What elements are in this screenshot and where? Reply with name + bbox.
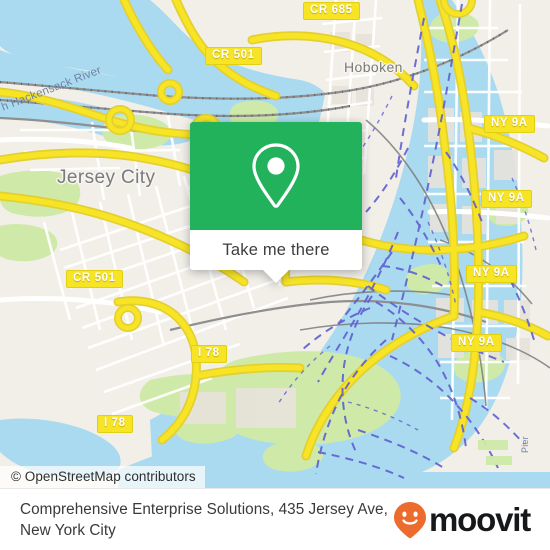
map-canvas[interactable]: Jersey City Hoboken h Hackensack River P… [0, 0, 550, 488]
shield-ny-9a-3[interactable]: NY 9A [466, 265, 517, 283]
moovit-smiley-pin-icon [394, 501, 427, 538]
popup-tail-pointer [262, 269, 290, 283]
shield-cr-501-south[interactable]: CR 501 [66, 270, 123, 288]
popup-header [190, 122, 362, 230]
shield-cr-501-north[interactable]: CR 501 [205, 47, 262, 65]
map-screenshot-root: Jersey City Hoboken h Hackensack River P… [0, 0, 550, 550]
destination-popup[interactable]: Take me there [190, 122, 362, 283]
shield-ny-9a-2[interactable]: NY 9A [481, 190, 532, 208]
osm-attribution[interactable]: © OpenStreetMap contributors [0, 466, 205, 488]
shield-i-78-south[interactable]: I 78 [97, 415, 133, 433]
shield-i-78-north[interactable]: I 78 [191, 345, 227, 363]
location-pin-icon [252, 143, 300, 208]
popup-footer[interactable]: Take me there [190, 230, 362, 283]
take-me-there-button[interactable]: Take me there [222, 241, 329, 260]
place-title: Comprehensive Enterprise Solutions, 435 … [20, 500, 388, 539]
bottom-info-bar: Comprehensive Enterprise Solutions, 435 … [0, 488, 550, 550]
moovit-wordmark: moovit [429, 501, 531, 538]
shield-cr-685[interactable]: CR 685 [303, 2, 360, 20]
shield-ny-9a-1[interactable]: NY 9A [484, 115, 535, 133]
moovit-logo[interactable]: moovit [393, 501, 531, 539]
shield-ny-9a-4[interactable]: NY 9A [451, 334, 502, 352]
